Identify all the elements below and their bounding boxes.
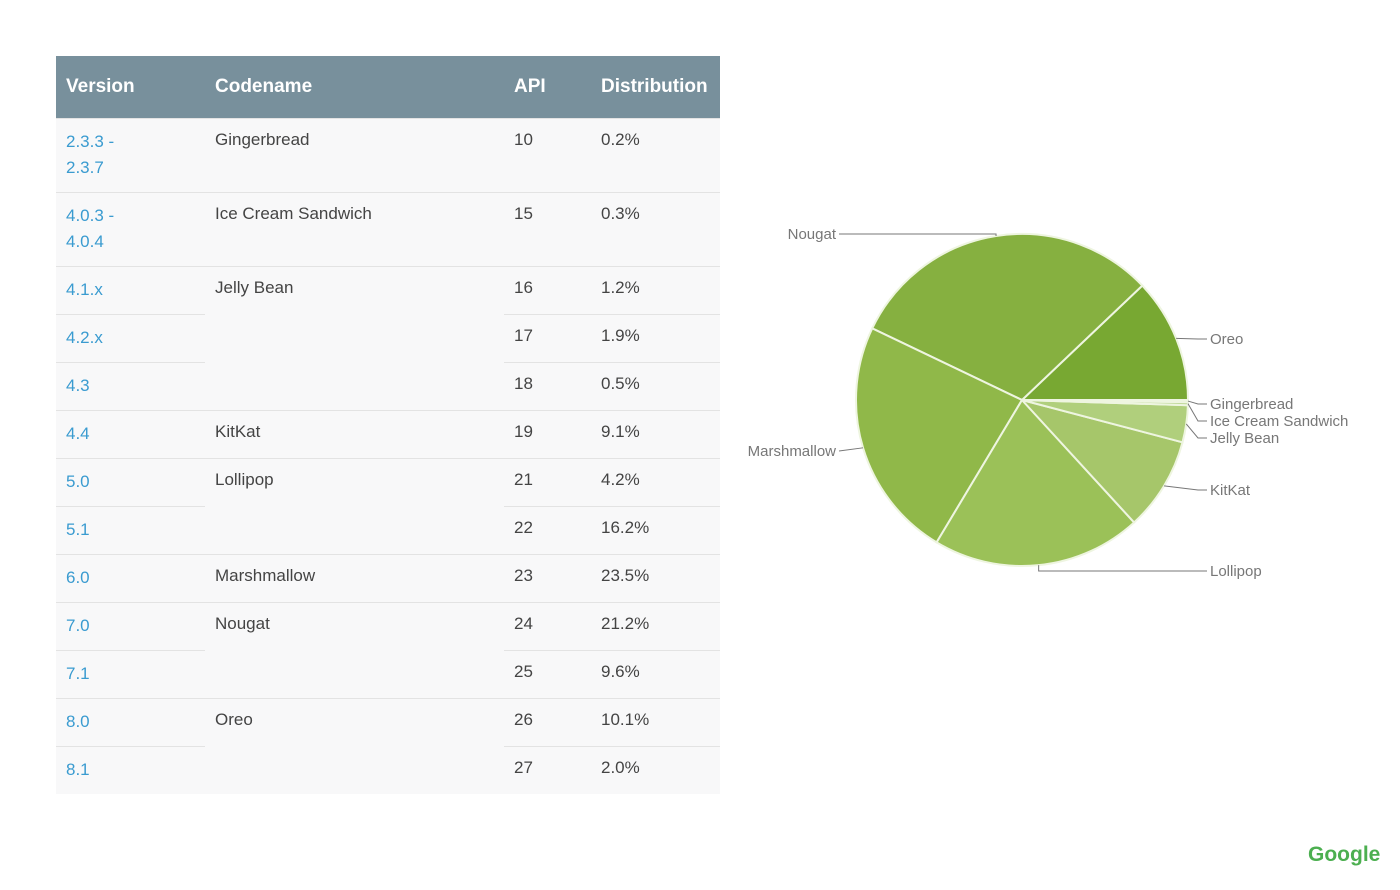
pie-label: Marshmallow [748,443,837,460]
leader-line [1185,423,1207,439]
pie-label: Gingerbread [1210,396,1293,413]
leader-line [1187,400,1207,405]
leader-line [1038,565,1207,572]
pie-label: Lollipop [1210,563,1262,580]
leader-line [838,447,864,452]
google-logo: Google [1308,843,1381,866]
pie-label: Jelly Bean [1210,430,1279,447]
pie-label: Nougat [788,226,837,243]
leader-line [839,233,997,237]
leader-line [1187,403,1207,422]
leader-line [1164,485,1207,491]
pie-label: Oreo [1210,331,1243,348]
pie-label: KitKat [1210,482,1251,499]
pie-label: Ice Cream Sandwich [1210,413,1348,430]
leader-line [1176,337,1207,340]
pie-chart: Oreo Nougat Marshmallow Lollipop KitKat Jelly… [748,226,1349,580]
